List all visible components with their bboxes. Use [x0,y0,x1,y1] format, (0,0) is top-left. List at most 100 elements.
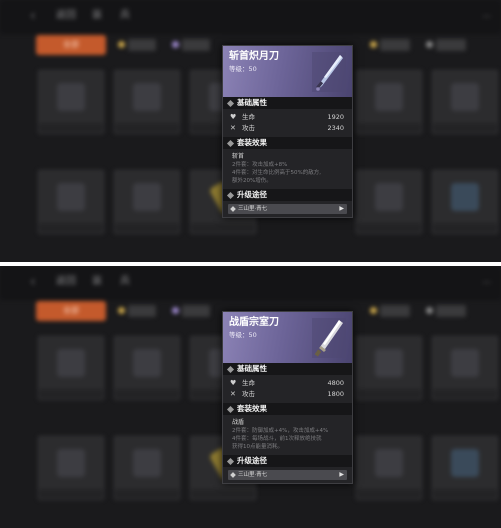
filter-dot-icon [426,307,433,314]
section-title: 基础属性 [237,364,267,373]
filter-tab[interactable] [182,39,210,51]
inventory-slot[interactable] [356,436,422,500]
upgrade-source-button[interactable]: 三山里·青七 ▶ [228,470,347,480]
filter-tab[interactable] [436,39,466,51]
stat-value: 4800 [327,379,344,387]
filter-dot-icon [370,41,377,48]
diamond-icon [226,191,235,200]
set-effect-line: 4件套：每场战斗，前1次释放绝技就 [232,436,322,442]
diamond-icon [226,365,235,374]
section-base-attributes: 基础属性 [223,363,352,375]
inventory-slot[interactable] [356,70,422,134]
filter-dot-icon [426,41,433,48]
header-label-back[interactable]: 返回 [56,276,76,288]
upgrade-source-label: 三山里·青七 [238,206,268,212]
item-tooltip: 战盾宗室刀 等级：50 基础属性 ♥ 生命 4800 ✕ 攻击 1800 套装效… [222,311,353,484]
item-tooltip: 斩首炽月刀 等级：50 基础属性 ♥ 生命 1920 ✕ 攻击 2340 套装效… [222,45,353,218]
diamond-icon [226,139,235,148]
swords-icon: ✕ [230,390,236,398]
header-label-back[interactable]: 返回 [56,10,76,22]
sword-icon [312,318,346,358]
filter-tab[interactable] [436,305,466,317]
set-effect-line: 2件套：攻击加成+8% [232,162,288,168]
section-title: 套装效果 [237,404,267,413]
set-name: 战盾 [232,419,245,426]
set-effect-line: 获得10点能量消耗。 [232,444,283,450]
inventory-slot[interactable] [432,70,498,134]
screenshot-panel-bottom: ‹ 返回 装 兵 ... 全部 战盾宗室刀 等级：50 基础属性 ♥ 生命 48… [0,266,501,528]
stat-label: 生命 [242,379,255,387]
play-arrow-icon: ▶ [339,471,344,478]
filter-dot-icon [370,307,377,314]
section-upgrade-path: 升级途径 [223,455,352,467]
stat-value: 1800 [327,390,344,398]
header-right-text: ... [482,276,491,286]
item-name: 斩首炽月刀 [229,51,279,62]
section-title: 基础属性 [237,98,267,107]
inventory-slot[interactable] [432,436,498,500]
header-right-text: ... [482,10,491,20]
header-label-equip[interactable]: 装 [92,276,102,288]
filter-dot-icon [118,41,125,48]
back-arrow-icon[interactable]: ‹ [30,8,44,24]
section-upgrade-path: 升级途径 [223,189,352,201]
heart-icon: ♥ [230,379,237,387]
inventory-slot[interactable] [356,336,422,400]
set-effect-line: 4件套：对生命比例高于50%的敌方, [232,170,321,176]
blade-icon [312,52,346,92]
filter-tab[interactable] [128,39,156,51]
inventory-slot[interactable] [38,336,104,400]
diamond-icon [226,99,235,108]
set-effect-line: 2件套：防御加成+4%，攻击加成+4% [232,428,329,434]
inventory-slot[interactable] [114,336,180,400]
stat-row-attack: ✕ 攻击 1800 [223,389,352,400]
heart-icon: ♥ [230,113,237,121]
set-name: 斩首 [232,153,245,160]
stat-value: 2340 [327,124,344,132]
header-label-weapon[interactable]: 兵 [120,10,130,22]
location-pin-icon [230,206,236,212]
filter-dot-icon [172,307,179,314]
inventory-slot[interactable] [432,336,498,400]
section-title: 升级途径 [237,190,267,199]
inventory-slot[interactable] [114,436,180,500]
inventory-slot[interactable] [114,170,180,234]
section-set-effect: 套装效果 [223,137,352,149]
stat-label: 生命 [242,113,255,121]
inventory-slot[interactable] [114,70,180,134]
header-label-weapon[interactable]: 兵 [120,276,130,288]
diamond-icon [226,457,235,466]
inventory-slot[interactable] [38,170,104,234]
tab-all-active[interactable]: 全部 [36,35,106,55]
stat-row-attack: ✕ 攻击 2340 [223,123,352,134]
play-arrow-icon: ▶ [339,205,344,212]
inventory-slot[interactable] [356,170,422,234]
stat-row-hp: ♥ 生命 1920 [223,112,352,123]
filter-tab[interactable] [128,305,156,317]
item-name: 战盾宗室刀 [229,317,279,328]
stat-label: 攻击 [242,124,255,132]
tab-all-active[interactable]: 全部 [36,301,106,321]
stat-label: 攻击 [242,390,255,398]
tooltip-header: 斩首炽月刀 等级：50 [223,46,352,97]
item-level: 等级：50 [229,65,257,73]
set-effect-line: 额外20%增伤。 [232,178,272,184]
inventory-slot[interactable] [38,70,104,134]
filter-tab[interactable] [380,305,410,317]
filter-tab[interactable] [182,305,210,317]
inventory-slot[interactable] [38,436,104,500]
stat-row-hp: ♥ 生命 4800 [223,378,352,389]
filter-dot-icon [118,307,125,314]
diamond-icon [226,405,235,414]
section-base-attributes: 基础属性 [223,97,352,109]
back-arrow-icon[interactable]: ‹ [30,274,44,290]
upgrade-source-button[interactable]: 三山里·青七 ▶ [228,204,347,214]
inventory-slot[interactable] [432,170,498,234]
section-title: 升级途径 [237,456,267,465]
filter-dot-icon [172,41,179,48]
item-level: 等级：50 [229,331,257,339]
swords-icon: ✕ [230,124,236,132]
filter-tab[interactable] [380,39,410,51]
section-title: 套装效果 [237,138,267,147]
header-label-equip[interactable]: 装 [92,10,102,22]
